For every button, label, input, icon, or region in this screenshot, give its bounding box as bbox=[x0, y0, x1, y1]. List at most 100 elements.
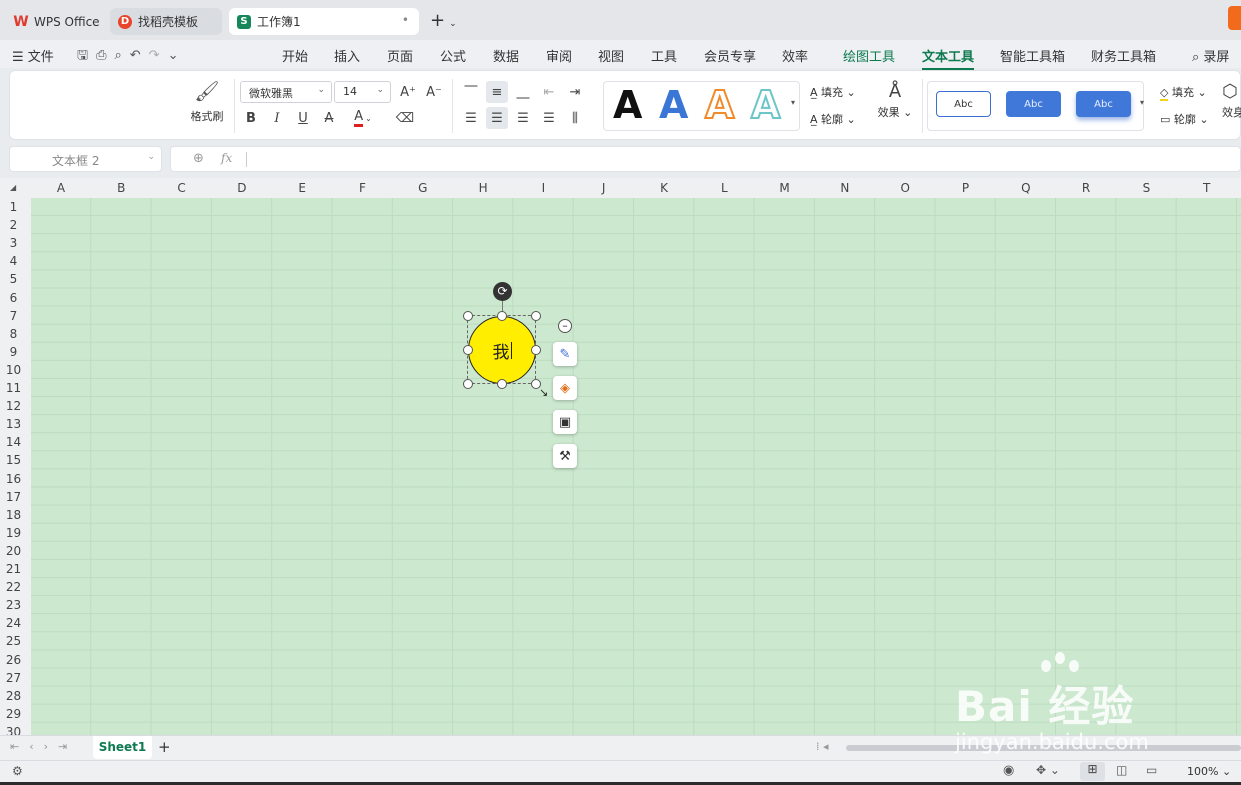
increase-font-icon[interactable]: A⁺ bbox=[397, 81, 419, 103]
row-header[interactable]: 5 bbox=[0, 272, 27, 286]
tab-docer[interactable]: D 找稻壳模板 bbox=[110, 8, 222, 35]
resize-handle-e[interactable] bbox=[531, 345, 541, 355]
collapse-icon[interactable]: – bbox=[558, 319, 572, 333]
quick-access-toolbar[interactable]: 🖫⎙⌕↶↷⌄ bbox=[77, 46, 186, 68]
text-fill-button[interactable]: A̲ 填充 ⌄ bbox=[810, 84, 856, 100]
align-top-icon[interactable]: ⎺ bbox=[460, 81, 482, 103]
page-layout-view-icon[interactable]: ▭ bbox=[1146, 763, 1157, 777]
menu-member[interactable]: 会员专享 bbox=[704, 46, 756, 65]
row-header[interactable]: 7 bbox=[0, 309, 27, 323]
outdent-icon[interactable]: ⇤ bbox=[538, 81, 560, 103]
column-header[interactable]: A bbox=[31, 181, 91, 195]
align-right-icon[interactable]: ☰ bbox=[512, 107, 534, 129]
underline-icon[interactable]: U bbox=[292, 107, 314, 129]
column-header[interactable]: E bbox=[272, 181, 332, 195]
row-header[interactable]: 12 bbox=[0, 399, 27, 413]
account-icon[interactable] bbox=[1228, 6, 1241, 30]
column-header[interactable]: I bbox=[513, 181, 573, 195]
undo-icon[interactable]: ↶ bbox=[130, 48, 149, 63]
row-header[interactable]: 22 bbox=[0, 580, 27, 594]
column-header[interactable]: B bbox=[91, 181, 151, 195]
font-color-icon[interactable]: A ⌄ bbox=[348, 107, 378, 129]
column-header[interactable]: T bbox=[1177, 181, 1237, 195]
fx-icon[interactable]: fx bbox=[221, 151, 232, 165]
page-break-view-icon[interactable]: ◫ bbox=[1116, 763, 1127, 777]
styles-more-icon[interactable]: ▾ bbox=[1140, 98, 1144, 107]
row-header[interactable]: 4 bbox=[0, 254, 27, 268]
zoom-search-icon[interactable]: ⊕ bbox=[193, 151, 204, 166]
menu-home[interactable]: 开始 bbox=[282, 46, 308, 65]
row-header[interactable]: 25 bbox=[0, 634, 27, 648]
menu-insert[interactable]: 插入 bbox=[334, 46, 360, 65]
tab-workbook[interactable]: S 工作簿1 • bbox=[229, 8, 419, 35]
text-outline-button[interactable]: A̲ 轮廓 ⌄ bbox=[810, 111, 856, 127]
shape-outline-button[interactable]: ▭ 轮廓 ⌄ bbox=[1160, 111, 1209, 127]
gallery-more-icon[interactable]: ▾ bbox=[791, 98, 795, 107]
add-sheet-button[interactable]: + bbox=[158, 738, 171, 756]
row-header[interactable]: 29 bbox=[0, 707, 27, 721]
menu-finance-toolbox[interactable]: 财务工具箱 bbox=[1091, 46, 1156, 65]
justify-icon[interactable]: ☰ bbox=[538, 107, 560, 129]
text-effect-button[interactable]: Å 效果 ⌄ bbox=[876, 81, 914, 120]
row-header[interactable]: 16 bbox=[0, 472, 27, 486]
tab-wps-office[interactable]: W WPS Office bbox=[6, 8, 106, 35]
new-tab-button[interactable]: + ⌄ bbox=[430, 10, 457, 31]
row-header[interactable]: 20 bbox=[0, 544, 27, 558]
eye-protection-icon[interactable]: ◉ bbox=[1003, 763, 1014, 778]
font-name-select[interactable]: 微软雅黑 ⌄ bbox=[240, 81, 332, 103]
bold-icon[interactable]: B bbox=[240, 107, 262, 129]
row-header[interactable]: 8 bbox=[0, 327, 27, 341]
align-bottom-icon[interactable]: ⎽ bbox=[512, 81, 534, 103]
format-painter-button[interactable]: 🖌 格式刷 bbox=[190, 79, 224, 124]
italic-icon[interactable]: I bbox=[266, 107, 288, 129]
print-icon[interactable]: ⎙ bbox=[96, 48, 114, 63]
record-screen-button[interactable]: ⌕ 录屏 bbox=[1192, 46, 1229, 65]
sheet-tab-sheet1[interactable]: Sheet1 bbox=[93, 736, 152, 759]
menu-text-tools[interactable]: 文本工具 bbox=[922, 46, 975, 70]
row-header[interactable]: 9 bbox=[0, 345, 27, 359]
column-header[interactable]: P bbox=[936, 181, 996, 195]
distributed-icon[interactable]: ⫼ bbox=[564, 107, 586, 129]
wordart-style-orange-outline[interactable]: A bbox=[704, 84, 735, 126]
wordart-style-black[interactable]: A bbox=[613, 85, 642, 125]
menu-efficiency[interactable]: 效率 bbox=[782, 46, 808, 65]
row-header[interactable]: 6 bbox=[0, 291, 27, 305]
column-header[interactable]: F bbox=[333, 181, 393, 195]
scroll-left-icon[interactable]: ⁞ ◂ bbox=[816, 740, 829, 753]
normal-view-icon[interactable]: ⊞ bbox=[1080, 762, 1105, 781]
column-header[interactable]: O bbox=[875, 181, 935, 195]
row-header[interactable]: 27 bbox=[0, 671, 27, 685]
decrease-font-icon[interactable]: A⁻ bbox=[423, 81, 445, 103]
column-header[interactable]: H bbox=[453, 181, 513, 195]
macro-icon[interactable]: ⚙ bbox=[12, 764, 23, 778]
row-header[interactable]: 18 bbox=[0, 508, 27, 522]
row-header[interactable]: 1 bbox=[0, 200, 27, 214]
menu-smart-toolbox[interactable]: 智能工具箱 bbox=[1000, 46, 1065, 65]
font-size-select[interactable]: 14 ⌄ bbox=[334, 81, 391, 103]
shape-text[interactable]: 我 bbox=[493, 338, 510, 363]
freeze-icon[interactable]: ✥ ⌄ bbox=[1036, 763, 1060, 777]
row-header[interactable]: 15 bbox=[0, 453, 27, 467]
row-header[interactable]: 14 bbox=[0, 435, 27, 449]
file-menu[interactable]: ☰ 文件 bbox=[12, 46, 54, 65]
tools-icon[interactable]: ⚒ bbox=[553, 444, 577, 468]
select-all-icon[interactable]: ◢ bbox=[10, 183, 16, 192]
menu-view[interactable]: 视图 bbox=[598, 46, 624, 65]
align-center-icon[interactable]: ☰ bbox=[486, 107, 508, 129]
rotate-handle-icon[interactable]: ⟳ bbox=[493, 282, 512, 301]
indent-icon[interactable]: ⇥ bbox=[564, 81, 586, 103]
column-header[interactable]: M bbox=[755, 181, 815, 195]
row-header[interactable]: 28 bbox=[0, 689, 27, 703]
sheet-nav-icons[interactable]: ⇤‹›⇥ bbox=[10, 740, 77, 753]
chevron-down-icon[interactable]: ⌄ bbox=[168, 48, 187, 63]
column-header[interactable]: D bbox=[212, 181, 272, 195]
column-header[interactable]: C bbox=[152, 181, 212, 195]
eraser-icon[interactable]: ⌫ bbox=[394, 107, 416, 129]
row-header[interactable]: 19 bbox=[0, 526, 27, 540]
shape-style-shadow[interactable]: Abc bbox=[1076, 91, 1131, 117]
resize-handle-nw[interactable] bbox=[463, 311, 473, 321]
menu-review[interactable]: 审阅 bbox=[546, 46, 572, 65]
resize-handle-sw[interactable] bbox=[463, 379, 473, 389]
align-middle-icon[interactable]: ≡ bbox=[486, 81, 508, 103]
resize-handle-ne[interactable] bbox=[531, 311, 541, 321]
